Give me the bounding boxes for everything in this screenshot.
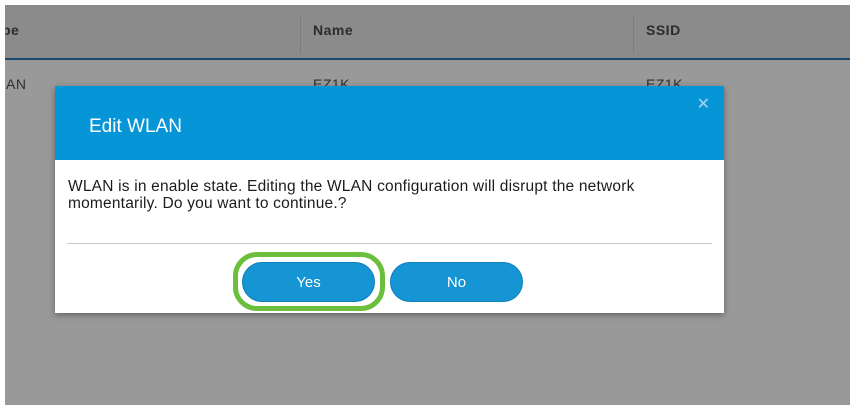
yes-button[interactable]: Yes [242, 262, 375, 302]
frame-edge [0, 0, 5, 405]
edit-wlan-dialog: Edit WLAN ✕ WLAN is in enable state. Edi… [55, 86, 724, 313]
dialog-divider [67, 243, 712, 244]
close-icon[interactable]: ✕ [697, 94, 710, 114]
frame-edge [0, 0, 850, 5]
dialog-message: WLAN is in enable state. Editing the WLA… [68, 178, 635, 212]
dialog-title: Edit WLAN [89, 116, 182, 137]
no-button[interactable]: No [390, 262, 523, 302]
dialog-header: Edit WLAN ✕ [55, 86, 724, 160]
